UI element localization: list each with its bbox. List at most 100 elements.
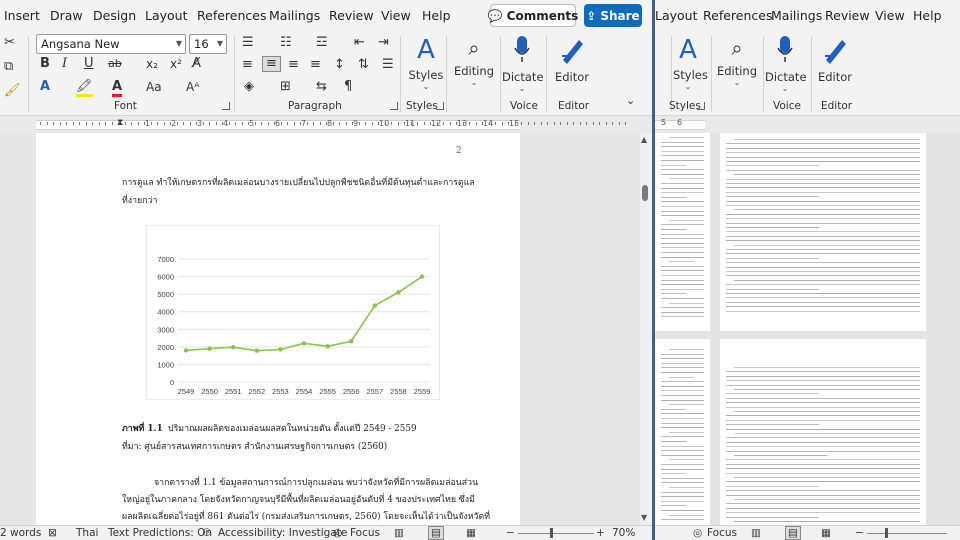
tab-draw[interactable]: Draw xyxy=(50,8,83,23)
tab-layout[interactable]: Layout xyxy=(655,8,698,23)
horizontal-ruler[interactable]: 123456789101112131415 ⧗ xyxy=(0,117,652,133)
bold-button[interactable]: B xyxy=(40,57,50,71)
decrease-indent-icon[interactable]: ⇤ xyxy=(354,36,365,50)
styles-dialog-launcher[interactable] xyxy=(697,102,705,110)
document-page[interactable]: 2 การดูแล ทำให้เกษตรกรที่ผลิตเมล่อนบางรา… xyxy=(36,133,520,525)
dictate-button[interactable]: Dictate ⌄ xyxy=(502,34,544,93)
format-painter-icon[interactable]: 🖌 xyxy=(4,84,21,98)
zoom-out-icon[interactable]: − xyxy=(506,527,515,539)
read-mode-icon[interactable]: ▥ xyxy=(394,527,404,539)
page-thumbnail[interactable] xyxy=(720,133,926,331)
tab-review[interactable]: Review xyxy=(825,8,870,23)
align-left-icon[interactable]: ≡ xyxy=(242,58,253,72)
font-dialog-launcher[interactable] xyxy=(222,102,230,110)
collapse-ribbon-icon[interactable]: ⌄ xyxy=(626,94,635,108)
zoom-out-icon[interactable]: − xyxy=(855,527,864,539)
scrollbar-thumb[interactable] xyxy=(642,185,648,201)
tab-help[interactable]: Help xyxy=(913,8,942,23)
zoom-slider-handle[interactable] xyxy=(550,528,553,538)
shading-icon[interactable]: ◈ xyxy=(244,80,254,94)
distributed-icon[interactable]: ☰ xyxy=(382,58,394,72)
clear-formatting-icon[interactable]: A̸ xyxy=(192,57,201,71)
multi-page-view[interactable] xyxy=(655,133,960,525)
tab-insert[interactable]: Insert xyxy=(4,8,40,23)
tab-review[interactable]: Review xyxy=(329,8,374,23)
zoom-level[interactable]: 70% xyxy=(612,527,635,539)
change-case-button[interactable]: Aa xyxy=(146,80,162,94)
highlight-icon[interactable]: 🖍 xyxy=(76,80,93,97)
font-name-box[interactable]: Angsana New ▼ xyxy=(36,34,186,54)
tab-mailings[interactable]: Mailings xyxy=(269,8,320,23)
copy-icon[interactable]: ⧉ xyxy=(4,60,13,74)
text-predictions-status[interactable]: Text Predictions: On xyxy=(108,527,212,539)
horizontal-ruler[interactable]: 5 6 xyxy=(655,117,960,133)
tab-references[interactable]: References xyxy=(197,8,266,23)
focus-button[interactable]: Focus xyxy=(350,527,380,539)
strikethrough-button[interactable]: ab xyxy=(108,57,122,71)
styles-button[interactable]: A Styles ⌄ xyxy=(673,34,708,91)
direction-icon[interactable]: ⇆ xyxy=(316,80,327,94)
accessibility-icon[interactable]: ⚇ xyxy=(202,527,211,539)
zoom-slider[interactable] xyxy=(867,533,947,534)
tab-layout[interactable]: Layout xyxy=(145,8,188,23)
editing-button[interactable]: ⌕ Editing ⌄ xyxy=(452,34,496,87)
print-layout-icon[interactable]: ▤ xyxy=(785,526,801,540)
dictate-button[interactable]: Dictate ⌄ xyxy=(765,34,807,93)
indent-marker-icon[interactable]: ⧗ xyxy=(117,116,123,130)
text-effects-icon[interactable]: A xyxy=(40,80,50,94)
font-color-icon[interactable]: A xyxy=(112,80,123,97)
vertical-scrollbar[interactable]: ▲ ▼ xyxy=(640,133,652,525)
share-button[interactable]: ⇪ Share xyxy=(584,4,642,27)
tab-help[interactable]: Help xyxy=(422,8,451,23)
underline-button[interactable]: U xyxy=(84,57,94,71)
tab-design[interactable]: Design xyxy=(93,8,136,23)
focus-icon[interactable]: ◎ xyxy=(693,527,702,539)
page-thumbnail[interactable] xyxy=(720,339,926,525)
web-layout-icon[interactable]: ▦ xyxy=(466,527,476,539)
focus-button[interactable]: Focus xyxy=(707,527,737,539)
tab-references[interactable]: References xyxy=(703,8,772,23)
borders-icon[interactable]: ⊞ xyxy=(280,80,291,94)
scroll-down-icon[interactable]: ▼ xyxy=(641,513,647,522)
zoom-slider[interactable] xyxy=(518,533,594,534)
bullets-icon[interactable]: ☰ xyxy=(242,36,254,50)
read-mode-icon[interactable]: ▥ xyxy=(751,527,761,539)
language-status[interactable]: Thai xyxy=(76,527,98,539)
increase-indent-icon[interactable]: ⇥ xyxy=(378,36,389,50)
align-right-icon[interactable]: ≡ xyxy=(288,58,299,72)
web-layout-icon[interactable]: ▦ xyxy=(821,527,831,539)
editor-button[interactable]: Editor xyxy=(552,34,592,84)
font-size-box[interactable]: 16 ▼ xyxy=(189,34,227,54)
cut-icon[interactable]: ✂ xyxy=(4,36,15,50)
numbering-icon[interactable]: ☷ xyxy=(280,36,292,50)
paragraph-mark-icon[interactable]: ¶ xyxy=(344,80,352,94)
multilevel-list-icon[interactable]: ☲ xyxy=(316,36,328,50)
focus-icon[interactable]: ◎ xyxy=(333,527,342,539)
italic-button[interactable]: I xyxy=(62,57,67,71)
justify-icon[interactable]: ≡ xyxy=(310,58,321,72)
print-layout-icon[interactable]: ▤ xyxy=(428,526,444,540)
subscript-button[interactable]: x₂ xyxy=(146,57,158,71)
accessibility-status[interactable]: Accessibility: Investigate xyxy=(218,527,347,539)
zoom-in-icon[interactable]: + xyxy=(596,527,605,539)
align-center-icon[interactable]: ≡ xyxy=(262,56,281,72)
paragraph-dialog-launcher[interactable] xyxy=(390,102,398,110)
superscript-button[interactable]: x² xyxy=(170,57,182,71)
editing-button[interactable]: ⌕ Editing ⌄ xyxy=(715,34,759,87)
zoom-slider-handle[interactable] xyxy=(885,528,888,538)
line-spacing-icon[interactable]: ↕ xyxy=(334,58,345,72)
document-area[interactable]: 2 การดูแล ทำให้เกษตรกรที่ผลิตเมล่อนบางรา… xyxy=(0,133,640,525)
styles-button[interactable]: A Styles ⌄ xyxy=(406,34,446,91)
production-line-chart[interactable]: 01000200030004000500060007000 2549 2550 25… xyxy=(146,225,440,400)
tab-mailings[interactable]: Mailings xyxy=(771,8,822,23)
grow-font-icon[interactable]: Aᴬ xyxy=(186,80,199,94)
chevron-down-icon[interactable]: ▼ xyxy=(176,39,182,48)
comments-button[interactable]: 💬 Comments xyxy=(488,4,578,27)
editor-button[interactable]: Editor xyxy=(815,34,855,84)
proofing-icon[interactable]: ⊠ xyxy=(48,527,57,539)
page-thumbnail[interactable] xyxy=(655,133,710,331)
tab-view[interactable]: View xyxy=(381,8,411,23)
chevron-down-icon[interactable]: ▼ xyxy=(217,39,223,48)
sort-icon[interactable]: ⇅ xyxy=(358,58,369,72)
styles-dialog-launcher[interactable] xyxy=(436,102,444,110)
